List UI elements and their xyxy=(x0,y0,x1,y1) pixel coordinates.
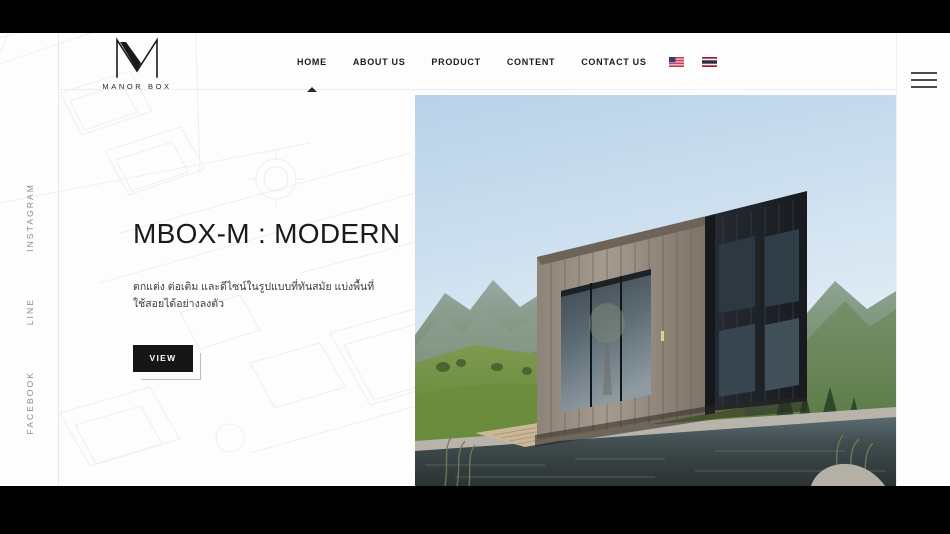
page-viewport: INSTAGRAM LINE FACEBOOK MANOR BOX HOME A… xyxy=(0,33,950,486)
site-header: MANOR BOX HOME ABOUT US PRODUCT CONTENT … xyxy=(59,33,896,91)
letterbox-top xyxy=(0,0,950,33)
social-link-facebook[interactable]: FACEBOOK xyxy=(25,371,35,435)
nav-item-contact-us[interactable]: CONTACT US xyxy=(568,57,659,67)
menu-column xyxy=(896,33,950,486)
hero-subtitle: ตกแต่ง ต่อเติม และดีไซน์ในรูปแบบที่ทันสม… xyxy=(133,281,375,311)
logo-m-monogram-icon xyxy=(116,37,158,78)
social-rail: INSTAGRAM LINE FACEBOOK xyxy=(0,33,59,486)
flag-th-icon[interactable] xyxy=(701,56,717,67)
social-links-list: INSTAGRAM LINE FACEBOOK xyxy=(0,183,59,435)
hero-copy: MBOX-M : MODERN ตกแต่ง ต่อเติม และดีไซน์… xyxy=(133,218,403,380)
nav-item-content[interactable]: CONTENT xyxy=(494,57,568,67)
hamburger-menu-icon[interactable] xyxy=(910,67,937,93)
nav-item-home[interactable]: HOME xyxy=(284,57,340,67)
social-link-line[interactable]: LINE xyxy=(25,298,35,325)
nav-item-product[interactable]: PRODUCT xyxy=(418,57,493,67)
logo[interactable]: MANOR BOX xyxy=(77,37,197,91)
view-button[interactable]: VIEW xyxy=(133,344,193,372)
view-button-wrap: VIEW xyxy=(133,344,201,380)
hero-image xyxy=(415,95,896,486)
letterbox-bottom xyxy=(0,486,950,534)
nav-item-about-us[interactable]: ABOUT US xyxy=(340,57,419,67)
logo-wordmark: MANOR BOX xyxy=(102,82,172,91)
hero-title: MBOX-M : MODERN xyxy=(133,218,401,249)
main-navigation: HOME ABOUT US PRODUCT CONTENT CONTACT US xyxy=(284,33,726,90)
screen: INSTAGRAM LINE FACEBOOK MANOR BOX HOME A… xyxy=(0,0,950,534)
social-link-instagram[interactable]: INSTAGRAM xyxy=(25,183,35,252)
flag-us-icon[interactable] xyxy=(668,56,684,67)
